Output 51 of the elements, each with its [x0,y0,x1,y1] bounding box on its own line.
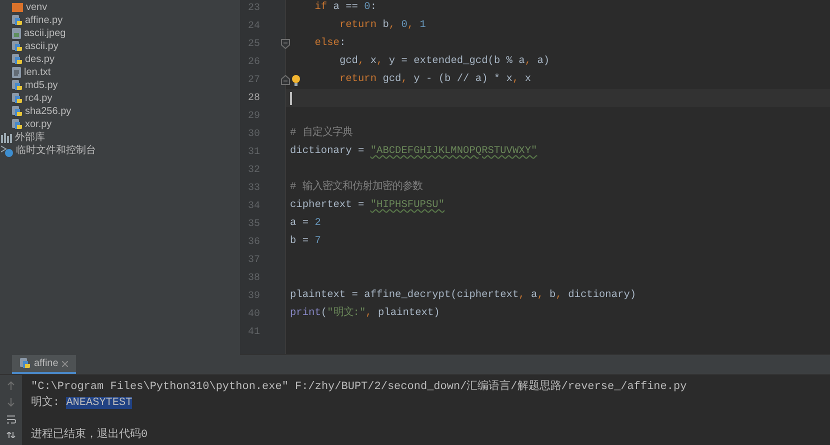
text-file-icon [12,67,21,78]
code-line: if a == 0: [314,0,377,16]
code-line: dictionary = "ABCDEFGHIJKLMNOPQRSTUVWXY" [290,144,538,160]
tree-item-label[interactable]: len.txt [24,68,51,78]
tree-item-label[interactable]: xor.py [25,120,52,130]
code-line: plaintext = affine_decrypt(ciphertext, a, b, dictionary) [290,288,636,304]
tree-item-label[interactable]: 临时文件和控制台 [16,146,96,156]
python-file-icon [12,119,22,130]
tree-item-label[interactable]: venv [26,2,48,12]
lightbulb-icon[interactable] [292,75,300,86]
sort-icon[interactable] [6,432,16,438]
run-tab[interactable]: affine [12,355,76,374]
python-file-icon [12,106,22,117]
console-output-line: 进程已结束，退出代码0 [31,427,148,443]
fold-marker-icon[interactable] [281,39,290,49]
tree-item-label[interactable]: ascii.py [25,42,58,52]
tree-item-label[interactable]: affine.py [25,16,63,26]
scratch-console-icon [1,144,13,156]
console-output-line: "C:\Program Files\Python310\python.exe" F:/zhy/BUPT/2/second_down/汇编语言/解题思路/reverse_/affine.py [31,378,687,395]
image-file-icon [12,28,21,39]
code-line: # 自定义字典 [290,126,352,142]
folder-icon [12,3,23,12]
line-number: 28 [248,92,260,106]
code-line: else: [314,36,346,52]
tree-item-label[interactable]: 外部库 [15,132,45,142]
python-file-icon [12,41,22,52]
up-arrow-icon[interactable] [7,381,15,390]
library-icon [1,132,12,142]
python-icon [20,358,30,369]
python-file-icon [12,15,22,26]
tree-item-label[interactable]: des.py [25,54,54,64]
python-file-icon [12,54,22,65]
code-line: # 输入密文和仿射加密的参数 [290,180,422,196]
tree-item-label[interactable]: md5.py [25,80,58,90]
code-line: print("明文:", plaintext) [290,306,440,322]
close-icon[interactable] [62,360,68,366]
code-line: return gcd, y - (b // a) * x, x [339,72,532,88]
code-line: a = 2 [290,216,321,232]
console-output-line: 明文: ANEASYTEST [31,394,132,411]
tree-item-label[interactable]: ascii.jpeg [24,28,66,38]
code-line: b = 7 [290,234,321,250]
code-line: return b, 0, 1 [339,18,426,34]
code-line: gcd, x, y = extended_gcd(b % a, a) [339,54,550,70]
soft-wrap-icon[interactable] [6,415,16,424]
code-line: ciphertext = "HIPHSFUPSU" [290,198,444,214]
down-arrow-icon[interactable] [7,398,15,407]
python-file-icon [12,80,22,91]
fold-marker-icon[interactable] [281,75,290,85]
tree-item-label[interactable]: rc4.py [25,94,52,104]
tree-item-label[interactable]: sha256.py [25,106,72,116]
python-file-icon [12,93,22,104]
